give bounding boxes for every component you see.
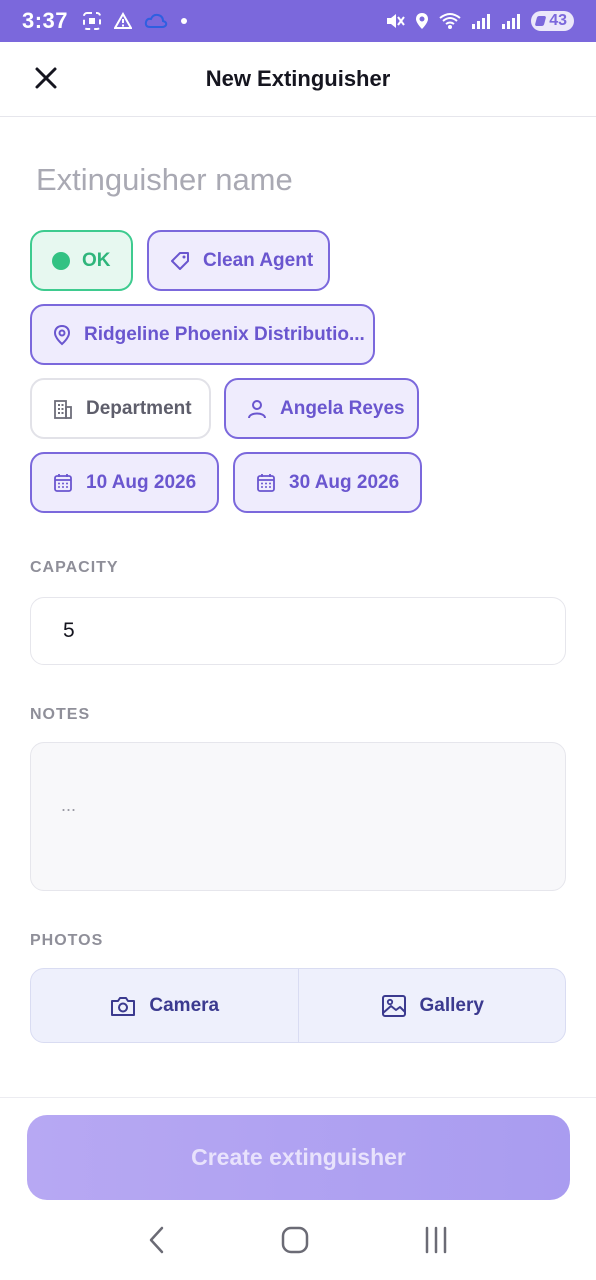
calendar-icon — [257, 473, 275, 492]
assignee-chip-label: Angela Reyes — [280, 397, 405, 419]
camera-label: Camera — [149, 994, 220, 1016]
gallery-label: Gallery — [419, 994, 484, 1016]
notes-textarea[interactable]: ... — [30, 742, 566, 891]
start-date-label: 10 Aug 2026 — [86, 471, 197, 493]
location-icon — [416, 13, 429, 29]
location-chip[interactable]: Ridgeline Phoenix Distributio... — [30, 304, 375, 365]
close-button[interactable] — [30, 62, 62, 94]
type-chip-label: Clean Agent — [203, 249, 314, 271]
location-pin-icon — [53, 324, 71, 345]
mute-icon — [387, 14, 406, 28]
status-left-icons — [82, 11, 188, 31]
notes-placeholder: ... — [61, 795, 77, 815]
back-icon[interactable] — [145, 1224, 169, 1256]
battery-indicator: 43 — [531, 11, 574, 31]
signal-icon-2 — [502, 14, 521, 29]
wifi-icon — [439, 13, 461, 29]
department-chip-label: Department — [86, 397, 192, 419]
camera-button[interactable]: Camera — [31, 969, 298, 1042]
status-time: 3:37 — [22, 8, 69, 33]
tag-icon — [171, 251, 189, 270]
cloud-icon — [144, 13, 168, 28]
capacity-value: 5 — [63, 619, 75, 642]
department-chip[interactable]: Department — [30, 378, 211, 439]
header: New Extinguisher — [0, 42, 596, 117]
building-icon — [54, 399, 72, 419]
signal-icon — [472, 14, 491, 29]
status-chip-label: OK — [82, 249, 111, 271]
status-dot-icon — [52, 251, 70, 270]
system-nav-bar — [0, 1200, 596, 1280]
notification-dot-icon — [181, 18, 188, 24]
footer-divider — [0, 1097, 596, 1098]
gallery-icon — [381, 994, 406, 1017]
photos-label: PHOTOS — [30, 932, 104, 949]
screenshot-icon — [83, 12, 102, 30]
page-title: New Extinguisher — [205, 66, 391, 91]
status-right-icons: 43 — [385, 11, 574, 31]
gallery-button[interactable]: Gallery — [297, 969, 566, 1042]
start-date-chip[interactable]: 10 Aug 2026 — [30, 452, 219, 513]
create-extinguisher-button[interactable]: Create extinguisher — [27, 1115, 570, 1200]
capacity-label: CAPACITY — [30, 559, 119, 576]
capacity-input[interactable]: 5 — [30, 597, 566, 665]
end-date-label: 30 Aug 2026 — [289, 471, 400, 493]
user-icon — [248, 399, 266, 418]
location-chip-label: Ridgeline Phoenix Distributio... — [84, 323, 365, 345]
type-chip[interactable]: Clean Agent — [147, 230, 330, 291]
notes-label: NOTES — [30, 706, 91, 723]
photos-buttons: Camera Gallery — [30, 968, 566, 1043]
assignee-chip[interactable]: Angela Reyes — [224, 378, 419, 439]
warning-icon — [114, 12, 133, 29]
calendar-icon — [54, 473, 72, 492]
extinguisher-name-input[interactable] — [30, 150, 566, 210]
status-bar: 3:37 43 — [0, 0, 596, 42]
camera-icon — [111, 996, 136, 1016]
recents-icon[interactable] — [421, 1225, 451, 1255]
status-chip[interactable]: OK — [30, 230, 133, 291]
end-date-chip[interactable]: 30 Aug 2026 — [233, 452, 422, 513]
close-icon — [35, 67, 57, 89]
home-icon[interactable] — [280, 1225, 310, 1255]
